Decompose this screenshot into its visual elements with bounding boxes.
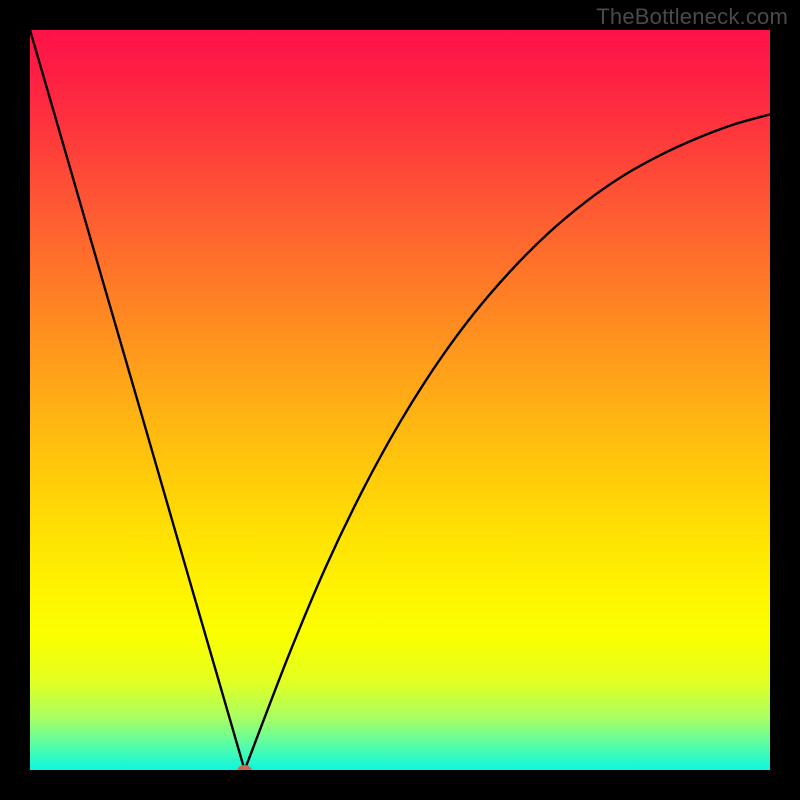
plot-area	[30, 30, 770, 770]
bottleneck-curve	[30, 30, 770, 770]
watermark-text: TheBottleneck.com	[596, 4, 788, 30]
minimum-marker	[238, 765, 252, 770]
chart-frame: TheBottleneck.com	[0, 0, 800, 800]
curve-layer	[30, 30, 770, 770]
